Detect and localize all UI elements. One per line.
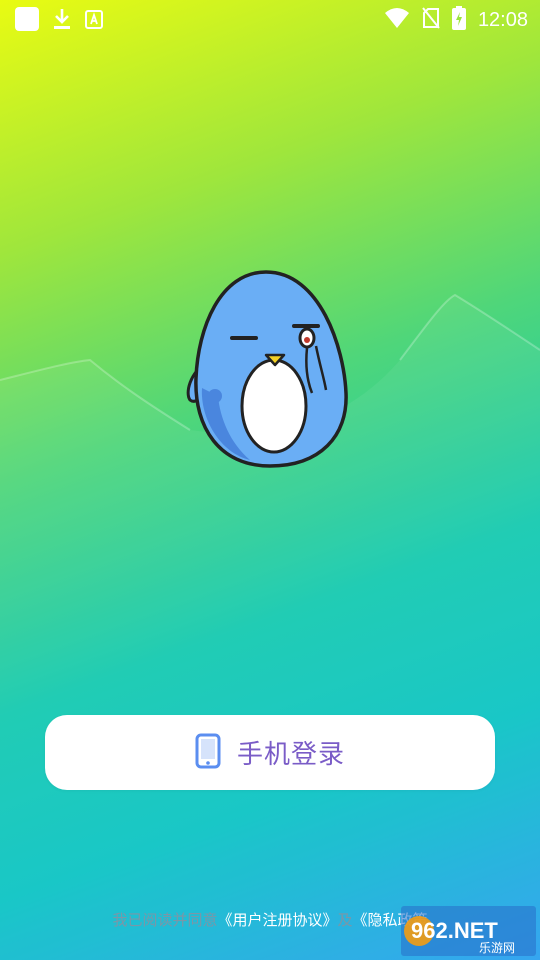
status-time: 12:08	[477, 8, 528, 31]
wifi-icon	[384, 7, 410, 33]
status-left-icons	[14, 6, 104, 36]
agreement-conjunction: 及	[337, 911, 353, 929]
status-bar: 12:08	[0, 0, 540, 36]
site-watermark-logo: 962.NET 乐游网	[401, 906, 536, 956]
app-icon	[14, 6, 40, 36]
status-right-icons: 12:08	[384, 6, 528, 34]
svg-text:962.NET: 962.NET	[411, 918, 498, 943]
battery-charging-icon	[451, 6, 466, 34]
phone-icon	[195, 733, 221, 773]
agreement-prefix: 我已阅读并同意	[112, 911, 218, 929]
no-sim-icon	[422, 7, 440, 33]
user-agreement-link[interactable]: 《用户注册协议》	[217, 911, 337, 929]
store-icon	[84, 8, 104, 34]
phone-login-label: 手机登录	[236, 740, 345, 770]
background-wave	[0, 293, 540, 960]
phone-login-button[interactable]: 手机登录	[45, 715, 495, 790]
download-icon	[52, 7, 72, 35]
penguin-mascot	[186, 270, 348, 468]
svg-text:乐游网: 乐游网	[479, 941, 515, 955]
